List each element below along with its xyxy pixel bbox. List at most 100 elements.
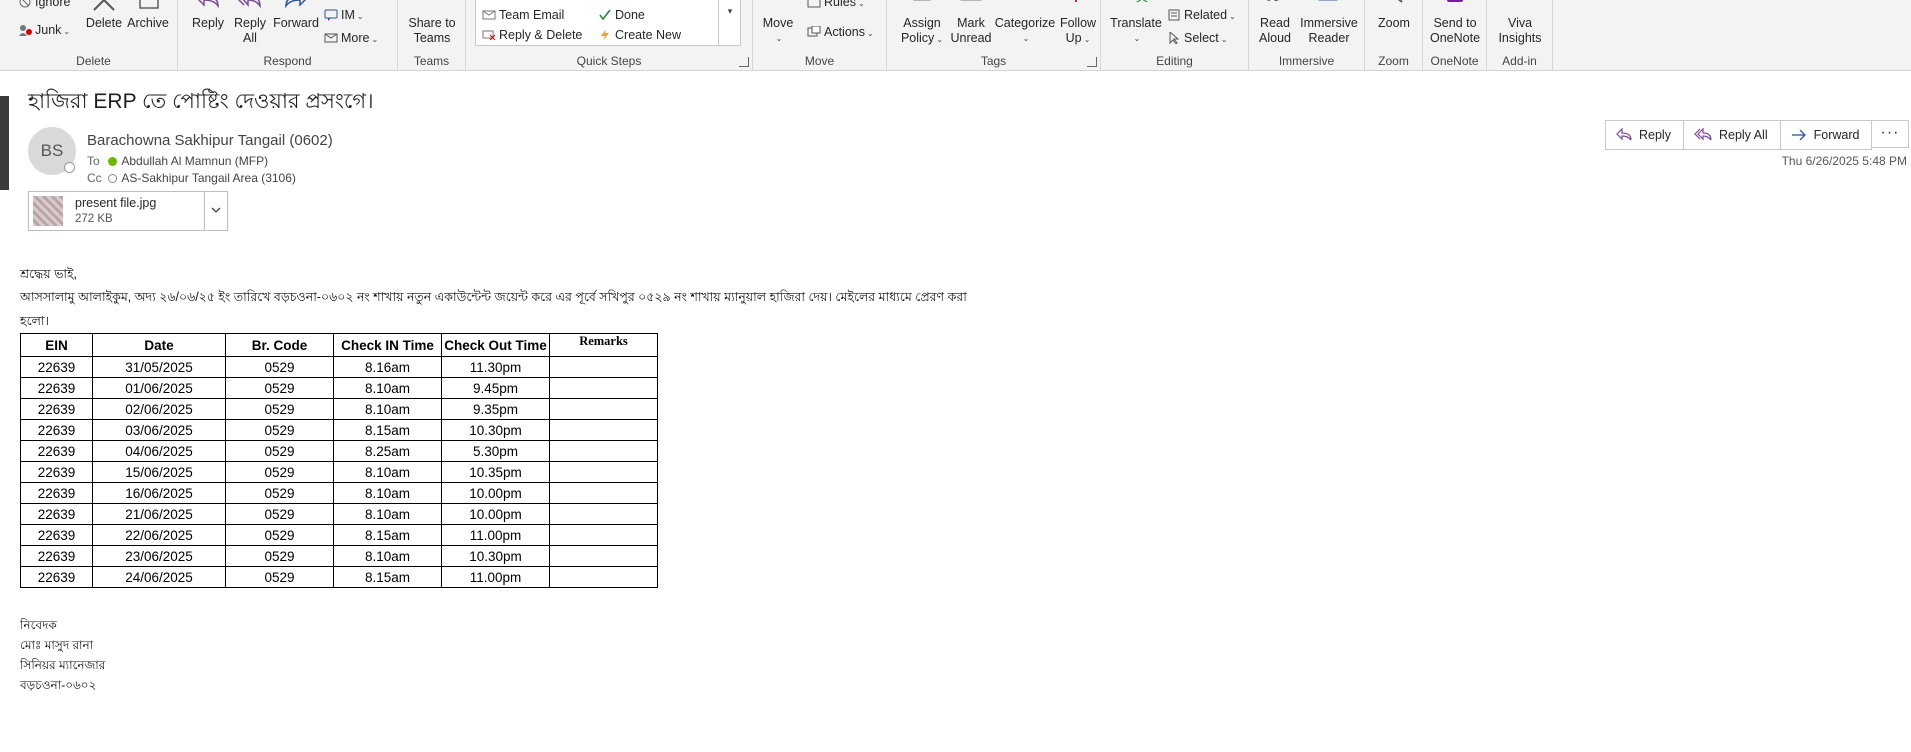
quick-steps-scroll[interactable]: ▾ [718, 0, 741, 46]
categorize-button[interactable]: Categorize ⌄ [993, 0, 1057, 46]
quick-step-done[interactable]: Done [598, 7, 645, 23]
cell-date: 01/06/2025 [92, 377, 226, 399]
table-row: 22639 22/06/2025 0529 8.15am 11.00pm [20, 524, 658, 546]
reply-action-button[interactable]: Reply [1606, 121, 1684, 149]
cell-br-code: 0529 [225, 398, 334, 420]
column-header-date: Date [92, 333, 226, 357]
ignore-button[interactable]: Ignore [18, 0, 70, 10]
attachment-card[interactable]: present file.jpg 272 KB [28, 191, 228, 231]
editing-group-label: Editing [1156, 54, 1193, 68]
move-button[interactable]: Move ⌄ [760, 0, 796, 46]
chevron-down-icon: ⌄ [867, 29, 874, 38]
paragraph-line-2: হলো। [20, 314, 49, 328]
reply-all-icon [236, 0, 264, 14]
reply-all-button[interactable]: Reply All [230, 0, 270, 46]
attendance-table: EIN Date Br. Code Check IN Time Check Ou… [20, 333, 658, 588]
share-to-teams-button[interactable]: Share to Teams [402, 0, 462, 46]
quick-step-reply-delete[interactable]: Reply & Delete [482, 27, 582, 43]
viva-insights-button[interactable]: Viva Insights [1491, 0, 1549, 46]
mark-unread-button[interactable]: Mark Unread [949, 0, 993, 46]
tags-launcher-icon[interactable] [1087, 57, 1097, 67]
cell-check-in: 8.15am [333, 419, 442, 441]
read-aloud-icon: A [1261, 0, 1289, 14]
column-header-check-out: Check Out Time [441, 333, 550, 357]
cell-remarks [549, 419, 658, 441]
reply-button[interactable]: Reply [188, 0, 228, 31]
table-row: 22639 04/06/2025 0529 8.25am 5.30pm [20, 440, 658, 462]
delete-icon [90, 0, 118, 14]
reply-icon [194, 0, 222, 14]
cell-check-in: 8.10am [333, 482, 442, 504]
send-to-onenote-button[interactable]: N Send to OneNote [1427, 0, 1483, 46]
cell-ein: 22639 [20, 566, 93, 588]
cell-check-out: 11.30pm [441, 356, 550, 378]
cell-check-out: 5.30pm [441, 440, 550, 462]
cell-br-code: 0529 [225, 440, 334, 462]
actions-icon [807, 25, 821, 38]
to-recipient[interactable]: Abdullah Al Mamnun (MFP) [121, 154, 268, 168]
onenote-icon: N [1441, 0, 1469, 14]
cc-recipient[interactable]: AS-Sakhipur Tangail Area (3106) [121, 171, 296, 185]
cell-check-out: 10.00pm [441, 503, 550, 525]
forward-button[interactable]: Forward [272, 0, 320, 31]
im-button[interactable]: IM ⌄ [324, 7, 364, 25]
translate-icon: a文 [1122, 0, 1150, 14]
translate-button[interactable]: a文 Translate ⌄ [1109, 0, 1163, 46]
table-row: 22639 24/06/2025 0529 8.15am 11.00pm [20, 566, 658, 588]
respond-group: Reply Reply All Forward IM ⌄ More ⌄ Respon… [178, 0, 398, 70]
related-icon [1167, 9, 1181, 21]
cell-date: 16/06/2025 [92, 482, 226, 504]
column-header-check-in: Check IN Time [333, 333, 442, 357]
forward-action-button[interactable]: Forward [1781, 121, 1872, 149]
delete-button[interactable]: Delete [84, 0, 124, 31]
zoom-button[interactable]: Zoom [1371, 0, 1417, 31]
junk-button[interactable]: Junk ⌄ [18, 22, 70, 40]
to-line: To Abdullah Al Mamnun (MFP) [87, 154, 268, 168]
archive-button[interactable]: Archive [126, 0, 170, 31]
chevron-down-icon[interactable] [204, 192, 227, 230]
cell-ein: 22639 [20, 482, 93, 504]
quick-steps-launcher-icon[interactable] [739, 57, 749, 67]
received-date: Thu 6/26/2025 5:48 PM [1781, 154, 1907, 168]
tags-group: Assign Policy ⌄ Mark Unread Categorize ⌄ … [887, 0, 1101, 70]
mark-unread-icon [957, 0, 985, 14]
follow-up-button[interactable]: Follow Up ⌄ [1057, 0, 1099, 47]
quick-step-team-email[interactable]: Team Email [482, 7, 564, 23]
team-email-icon [482, 9, 496, 21]
actions-button[interactable]: Actions ⌄ [807, 24, 874, 42]
chevron-down-icon: ⌄ [1022, 34, 1030, 43]
quick-step-create-new[interactable]: Create New [598, 27, 681, 43]
checkmark-icon [598, 9, 612, 21]
immersive-reader-button[interactable]: Immersive Reader [1297, 0, 1361, 46]
read-aloud-button[interactable]: A Read Aloud [1255, 0, 1295, 46]
cell-remarks [549, 524, 658, 546]
select-button[interactable]: Select ⌄ [1167, 30, 1227, 48]
cell-check-out: 9.35pm [441, 398, 550, 420]
sender-name[interactable]: Barachowna Sakhipur Tangail (0602) [87, 132, 333, 149]
cell-check-out: 9.45pm [441, 377, 550, 399]
rules-button[interactable]: Rules ⌄ [807, 0, 865, 12]
zoom-group: Zoom Zoom [1365, 0, 1423, 70]
addin-group-label: Add-in [1502, 54, 1537, 68]
assign-policy-icon [908, 0, 936, 14]
more-respond-button[interactable]: More ⌄ [324, 30, 378, 48]
reply-all-action-button[interactable]: Reply All [1684, 121, 1781, 149]
cell-br-code: 0529 [225, 524, 334, 546]
quick-steps-group-label: Quick Steps [576, 54, 642, 68]
cell-ein: 22639 [20, 440, 93, 462]
more-actions-button[interactable]: ··· [1871, 120, 1909, 148]
cell-br-code: 0529 [225, 419, 334, 441]
forward-icon [282, 0, 310, 14]
chevron-down-icon: ⌄ [1083, 35, 1091, 44]
to-label: To [87, 154, 100, 168]
cell-check-in: 8.10am [333, 377, 442, 399]
reply-all-icon [1694, 128, 1712, 141]
cell-remarks [549, 356, 658, 378]
table-row: 22639 31/05/2025 0529 8.16am 11.30pm [20, 356, 658, 378]
cell-check-in: 8.10am [333, 503, 442, 525]
left-pane-edge [0, 96, 9, 190]
assign-policy-button[interactable]: Assign Policy ⌄ [897, 0, 947, 47]
related-button[interactable]: Related ⌄ [1167, 7, 1236, 25]
move-group: Move ⌄ Rules ⌄ Actions ⌄ Move [753, 0, 887, 70]
respond-group-label: Respond [263, 54, 312, 68]
